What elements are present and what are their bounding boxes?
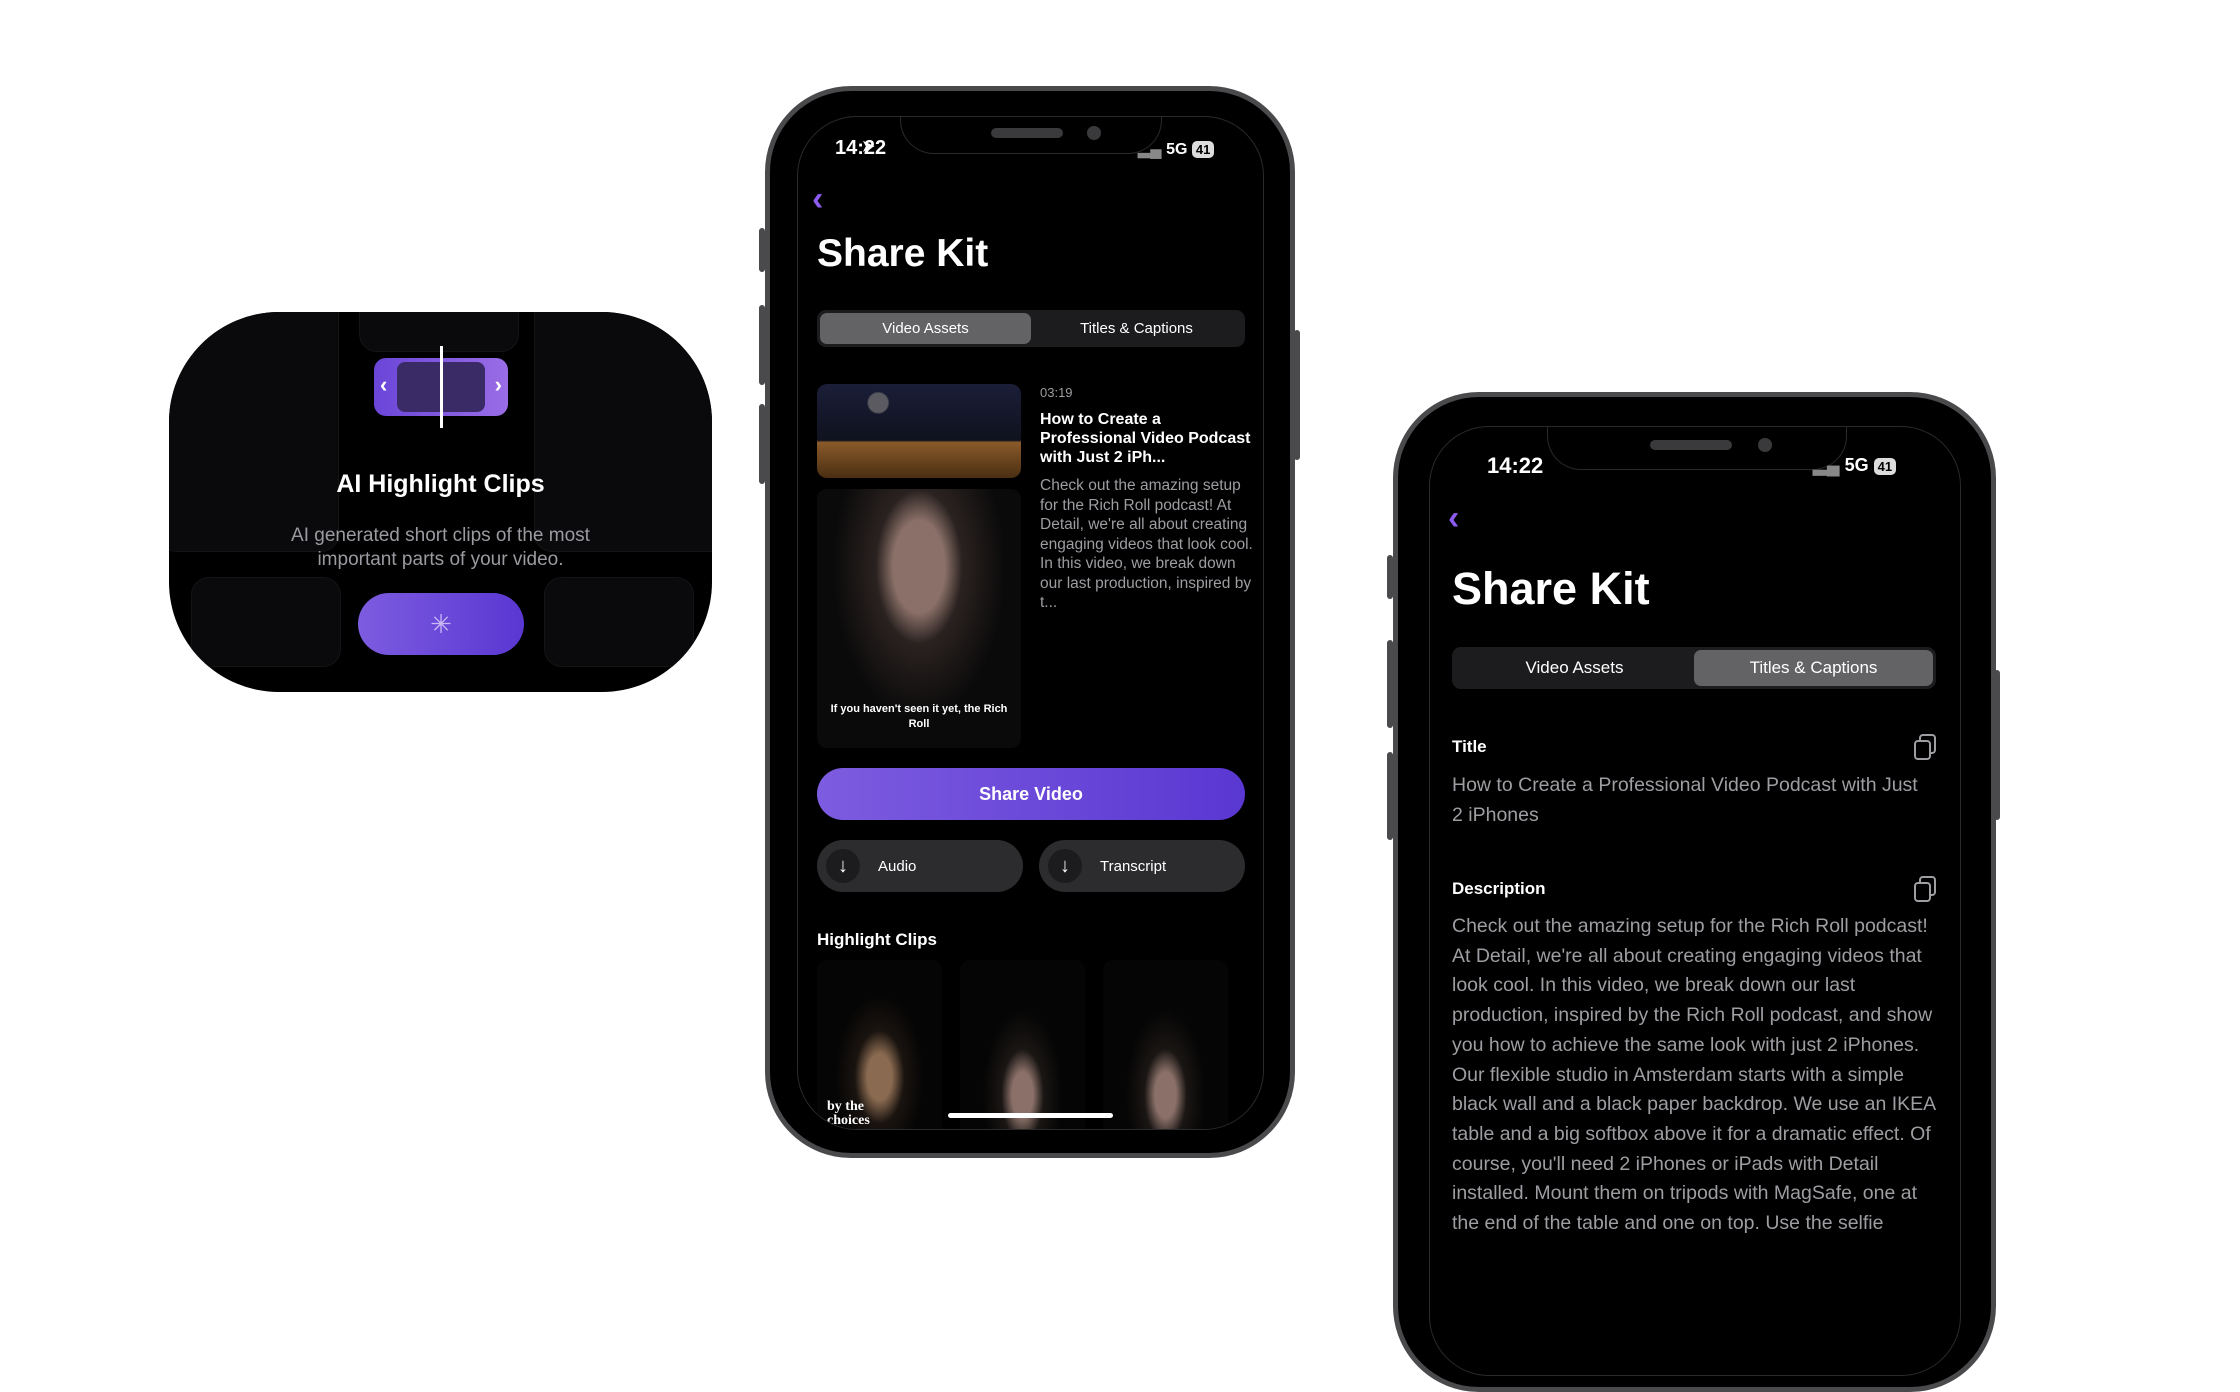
back-chevron-icon[interactable]: ‹ bbox=[812, 180, 823, 219]
network-type: 5G bbox=[1166, 141, 1188, 158]
tab-video-assets[interactable]: Video Assets bbox=[820, 313, 1031, 344]
placeholder-tile bbox=[544, 577, 694, 667]
video-description: Check out the amazing setup for the Rich… bbox=[1040, 477, 1253, 611]
share-video-button[interactable]: Share Video bbox=[817, 768, 1245, 820]
card-subtitle: AI generated short clips of the most imp… bbox=[291, 525, 590, 570]
highlight-clip-thumbnail[interactable] bbox=[960, 960, 1085, 1129]
transcript-label: Transcript bbox=[1100, 857, 1167, 875]
placeholder-tile bbox=[169, 312, 339, 552]
segmented-control: Video Assets Titles & Captions bbox=[817, 310, 1245, 347]
placeholder-tile bbox=[359, 312, 519, 352]
video-thumbnail-landscape[interactable] bbox=[817, 384, 1021, 478]
highlight-clip-thumbnail[interactable]: by the choices bbox=[817, 960, 942, 1129]
copy-icon[interactable] bbox=[1912, 733, 1938, 761]
tab-titles-captions[interactable]: Titles & Captions bbox=[1031, 313, 1242, 344]
tab-video-assets[interactable]: Video Assets bbox=[1455, 650, 1694, 686]
video-thumbnail-portrait[interactable]: If you haven't seen it yet, the Rich Rol… bbox=[817, 489, 1021, 748]
home-indicator bbox=[948, 1113, 1113, 1118]
highlight-clips-label: Highlight Clips bbox=[817, 930, 937, 949]
status-time: 14:22 bbox=[835, 137, 887, 159]
download-transcript-button[interactable]: ↓ Transcript bbox=[1039, 840, 1245, 892]
caption-overlay: If you haven't seen it yet, the Rich Rol… bbox=[830, 703, 1008, 730]
highlight-clip-thumbnail[interactable] bbox=[1103, 960, 1228, 1129]
location-icon: ➤ bbox=[862, 138, 875, 155]
placeholder-tile bbox=[534, 312, 712, 552]
signal-icon: ▂▄ bbox=[1813, 455, 1840, 475]
video-duration: 03:19 bbox=[1040, 385, 1073, 400]
download-audio-button[interactable]: ↓ Audio bbox=[817, 840, 1023, 892]
video-title: How to Create a Professional Video Podca… bbox=[1040, 411, 1251, 466]
tab-titles-captions[interactable]: Titles & Captions bbox=[1694, 650, 1933, 686]
battery-icon: 41 bbox=[1191, 141, 1215, 158]
arrow-down-icon: ↓ bbox=[826, 849, 860, 883]
audio-label: Audio bbox=[878, 857, 917, 875]
signal-icon: ▂▄ bbox=[1138, 141, 1162, 158]
description-value[interactable]: Check out the amazing setup for the Rich… bbox=[1452, 912, 1942, 1239]
clip-trim-icon: ‹ › bbox=[374, 346, 508, 428]
card-title: AI Highlight Clips bbox=[336, 470, 545, 498]
video-assets-screen: 14:22 ➤ ▂▄ 5G 41 ‹ Share Kit Video Asset… bbox=[797, 116, 1264, 1130]
network-type: 5G bbox=[1844, 455, 1869, 475]
arrow-down-icon: ↓ bbox=[1048, 849, 1082, 883]
title-value[interactable]: How to Create a Professional Video Podca… bbox=[1452, 770, 1922, 830]
loading-spinner-icon: ✳ bbox=[430, 608, 452, 639]
segmented-control: Video Assets Titles & Captions bbox=[1452, 647, 1936, 689]
placeholder-tile bbox=[191, 577, 341, 667]
status-time: 14:22 bbox=[1487, 453, 1544, 478]
copy-icon[interactable] bbox=[1912, 875, 1938, 903]
page-title: Share Kit bbox=[817, 232, 989, 275]
clip-caption: by the choices bbox=[827, 1099, 870, 1128]
titles-captions-screen: 14:22 ▂▄ 5G 41 ‹ Share Kit Video Assets … bbox=[1429, 426, 1961, 1376]
title-label: Title bbox=[1452, 737, 1487, 756]
description-label: Description bbox=[1452, 879, 1546, 898]
generate-clips-button[interactable]: ✳ bbox=[358, 593, 524, 655]
page-title: Share Kit bbox=[1452, 563, 1650, 614]
back-chevron-icon[interactable]: ‹ bbox=[1448, 499, 1459, 538]
battery-icon: 41 bbox=[1873, 458, 1897, 475]
